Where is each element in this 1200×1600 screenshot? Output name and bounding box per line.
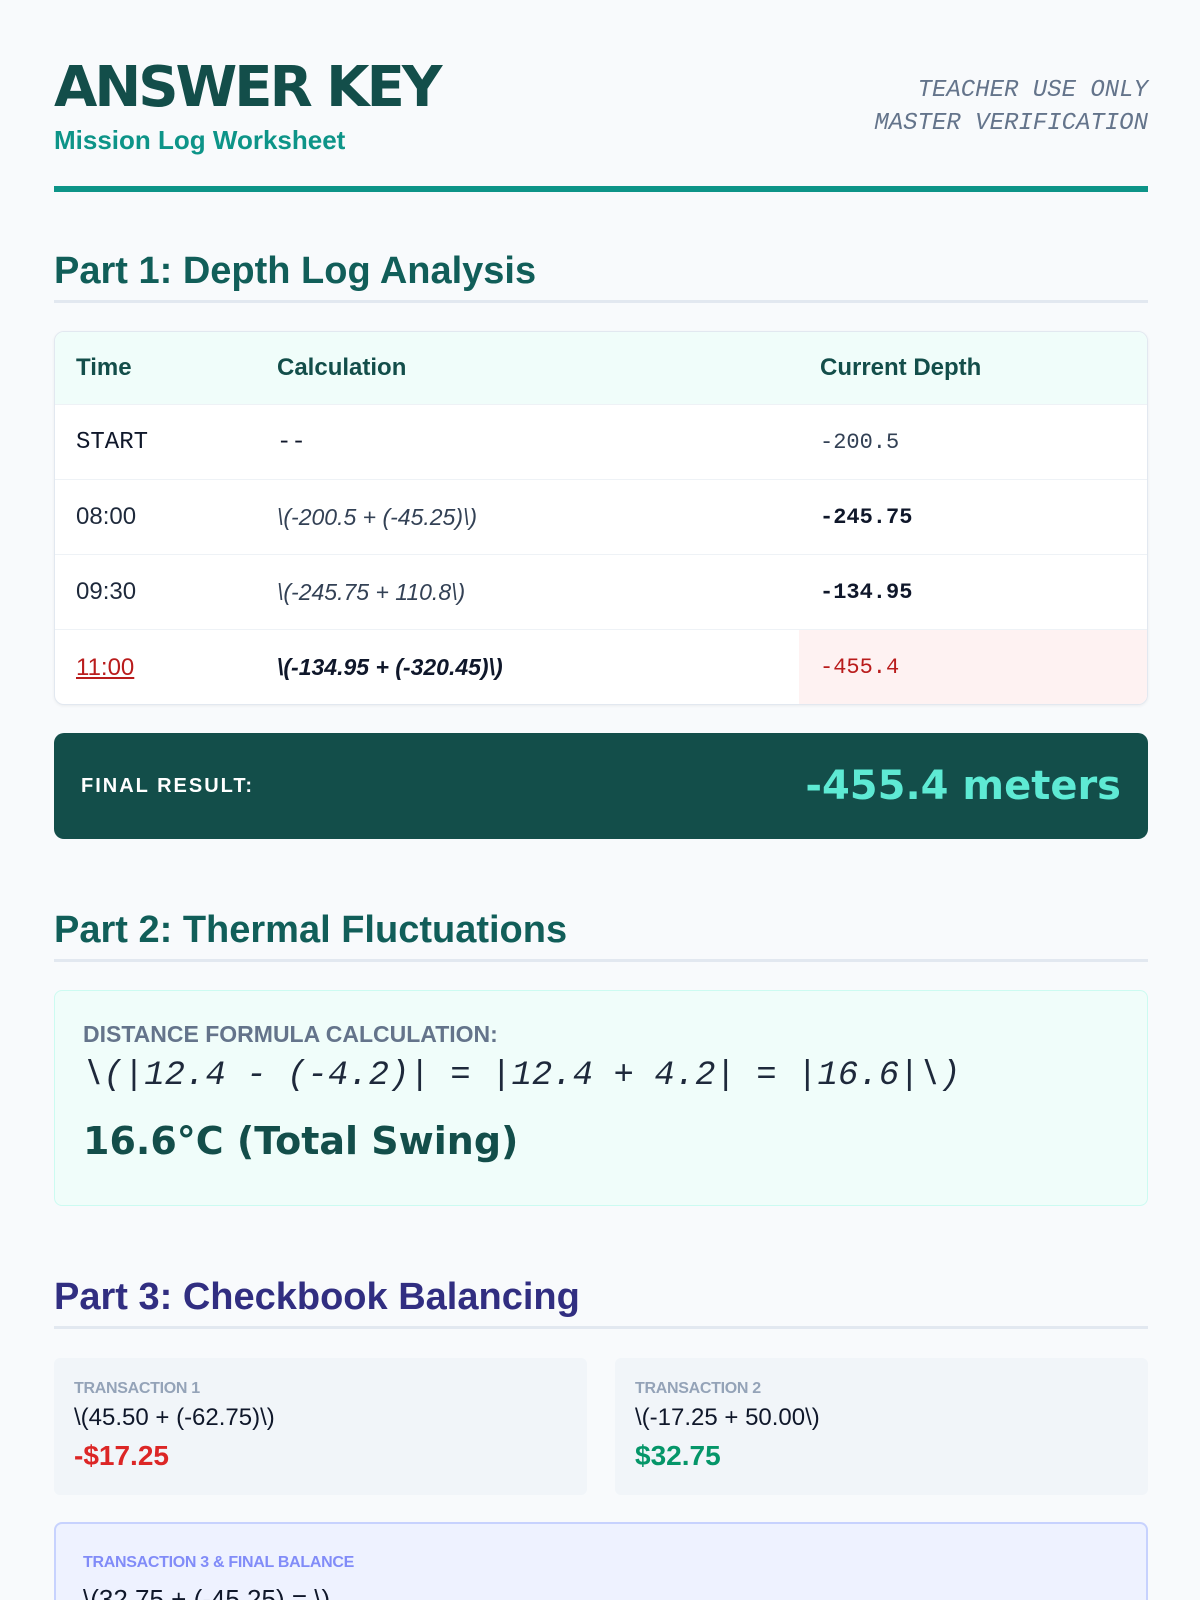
row-calculation: \(-134.95 + (-320.45)\)	[277, 654, 503, 680]
final-result-value: -455.4 meters	[805, 763, 1121, 809]
row-calculation: \(-245.75 + 110.8\)	[277, 578, 466, 605]
teacher-note: TEACHER USE ONLY MASTER VERIFICATION	[874, 74, 1148, 140]
thermal-calculation-box: DISTANCE FORMULA CALCULATION: \(|12.4 - …	[54, 990, 1148, 1206]
part1-title: Part 1: Depth Log Analysis	[54, 248, 1148, 303]
transaction-label: TRANSACTION 2	[635, 1380, 761, 1397]
row-depth: -245.75	[820, 504, 913, 530]
row-time: 09:30	[76, 578, 137, 605]
page-title: ANSWER KEY	[54, 55, 442, 120]
transaction-expression: \(-17.25 + 50.00\)	[635, 1404, 820, 1431]
final-balance-expression: \(32.75 + (-45.25) = \)	[83, 1584, 331, 1600]
table-row: 09:30 \(-245.75 + 110.8\) -134.95	[55, 555, 1147, 630]
transaction-amount: -$17.25	[74, 1440, 169, 1471]
final-balance-label: TRANSACTION 3 & FINAL BALANCE	[83, 1554, 355, 1571]
table-row: 08:00 \(-200.5 + (-45.25)\) -245.75	[55, 480, 1147, 555]
transaction-expression: \(45.50 + (-62.75)\)	[74, 1404, 275, 1431]
final-balance-card: TRANSACTION 3 & FINAL BALANCE \(32.75 + …	[54, 1522, 1148, 1600]
row-calculation: --	[277, 428, 306, 456]
page-subtitle: Mission Log Worksheet	[54, 125, 346, 155]
column-header-time: Time	[76, 354, 132, 381]
transaction-card-1: TRANSACTION 1 \(45.50 + (-62.75)\) -$17.…	[54, 1358, 587, 1495]
depth-log-table: Time Calculation Current Depth START -- …	[54, 331, 1148, 705]
thermal-formula: \(|12.4 - (-4.2)| = |12.4 + 4.2| = |16.6…	[83, 1057, 961, 1095]
column-header-calculation: Calculation	[277, 354, 407, 381]
row-depth: -200.5	[820, 429, 900, 455]
thermal-label: DISTANCE FORMULA CALCULATION:	[83, 1021, 498, 1047]
answer-key-page: ANSWER KEY Mission Log Worksheet TEACHER…	[54, 0, 1148, 1600]
row-depth: -455.4	[820, 655, 900, 680]
transaction-card-2: TRANSACTION 2 \(-17.25 + 50.00\) $32.75	[615, 1358, 1148, 1495]
thermal-result: 16.6°C (Total Swing)	[83, 1119, 519, 1163]
row-time: 11:00	[76, 653, 135, 681]
final-result-bar: FINAL RESULT: -455.4 meters	[54, 733, 1148, 839]
header-divider	[54, 186, 1148, 192]
row-time: START	[76, 428, 149, 456]
table-row-final: 11:00 \(-134.95 + (-320.45)\) -455.4	[55, 630, 1147, 704]
final-result-label: FINAL RESULT:	[81, 774, 255, 797]
row-calculation: \(-200.5 + (-45.25)\)	[277, 503, 478, 530]
part2-title: Part 2: Thermal Fluctuations	[54, 907, 1148, 962]
row-time: 08:00	[76, 503, 137, 530]
row-depth: -134.95	[820, 579, 913, 605]
column-header-depth: Current Depth	[820, 354, 982, 381]
transaction-amount: $32.75	[635, 1440, 721, 1471]
header: ANSWER KEY Mission Log Worksheet TEACHER…	[54, 0, 1148, 195]
transaction-label: TRANSACTION 1	[74, 1380, 200, 1397]
teacher-note-line-2: MASTER VERIFICATION	[874, 110, 1148, 137]
table-row: START -- -200.5	[55, 405, 1147, 480]
teacher-note-line-1: TEACHER USE ONLY	[917, 77, 1148, 104]
part3-title: Part 3: Checkbook Balancing	[54, 1274, 1148, 1329]
table-header-row: Time Calculation Current Depth	[55, 332, 1147, 405]
